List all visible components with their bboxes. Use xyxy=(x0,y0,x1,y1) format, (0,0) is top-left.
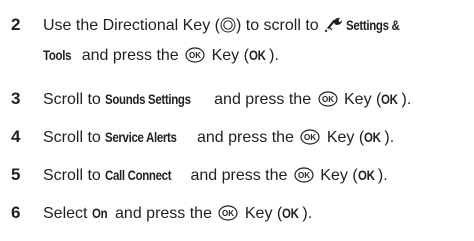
text: Key ( xyxy=(240,205,283,222)
text: and press the xyxy=(192,129,299,146)
keyword: On xyxy=(91,205,108,221)
keyword: Settings & xyxy=(346,17,400,33)
step-number: 2 xyxy=(11,15,21,34)
svg-text:OK: OK xyxy=(222,209,234,218)
text: ). xyxy=(269,47,279,64)
step-text: Select On and press the OK Key (OK). xyxy=(43,202,474,232)
step-number: 4 xyxy=(11,127,21,146)
text: Scroll to xyxy=(43,91,106,108)
step-text: Use the Directional Key () to scroll to … xyxy=(43,14,474,74)
keyword: Sounds Settings xyxy=(105,91,191,107)
step-line: Scroll to Service Alerts and press the O… xyxy=(43,126,474,156)
keyword: Service Alerts xyxy=(105,129,177,145)
keyword: Tools xyxy=(43,47,72,63)
keyword: OK xyxy=(282,205,299,221)
directional-key-icon xyxy=(220,17,236,33)
keyword: OK xyxy=(381,91,398,107)
ok-key-icon: OK xyxy=(317,91,338,107)
step-line: Select On and press the OK Key (OK). xyxy=(43,202,474,232)
keyword: OK xyxy=(248,47,266,63)
text: and press the xyxy=(110,205,217,222)
text: Key ( xyxy=(315,167,358,184)
step-text: Scroll to Call Connect and press the OK … xyxy=(43,164,474,194)
settings-tools-icon xyxy=(325,17,343,33)
step-text: Scroll to Service Alerts and press the O… xyxy=(43,126,474,156)
step-line: Tools and press the OK Key (OK). xyxy=(43,44,474,74)
step-text: Scroll to Sounds Settings and press the … xyxy=(43,88,474,118)
text: and press the xyxy=(209,91,316,108)
text: and press the xyxy=(77,47,184,64)
step-number: 5 xyxy=(11,165,21,184)
step-line: Use the Directional Key () to scroll to … xyxy=(43,14,474,44)
step-number: 6 xyxy=(11,203,21,222)
text: Use the Directional Key ( xyxy=(43,17,220,34)
keyword: OK xyxy=(357,167,375,183)
ok-key-icon: OK xyxy=(185,47,205,63)
text: ) to scroll to xyxy=(235,17,324,34)
text: Scroll to xyxy=(43,129,106,146)
step-line: Scroll to Sounds Settings and press the … xyxy=(43,88,474,118)
text: Select xyxy=(43,205,92,222)
text: Key ( xyxy=(322,129,365,146)
svg-text:OK: OK xyxy=(304,133,316,142)
ok-key-icon: OK xyxy=(300,129,320,145)
keyword: OK xyxy=(364,129,381,145)
svg-text:OK: OK xyxy=(322,95,334,104)
text: Key ( xyxy=(339,91,382,108)
ok-key-icon: OK xyxy=(218,205,239,221)
text: Key ( xyxy=(207,47,249,64)
text: and press the xyxy=(186,167,292,184)
text: ). xyxy=(377,167,388,184)
step-line: Scroll to Call Connect and press the OK … xyxy=(43,164,474,194)
svg-text:OK: OK xyxy=(298,171,310,180)
text: ). xyxy=(401,91,412,108)
ok-key-icon: OK xyxy=(294,167,314,183)
step-number: 3 xyxy=(11,89,21,108)
text: ). xyxy=(384,129,395,146)
text: ). xyxy=(302,205,313,222)
svg-text:OK: OK xyxy=(189,51,201,60)
text: Scroll to xyxy=(43,167,106,184)
keyword: Call Connect xyxy=(105,167,172,183)
